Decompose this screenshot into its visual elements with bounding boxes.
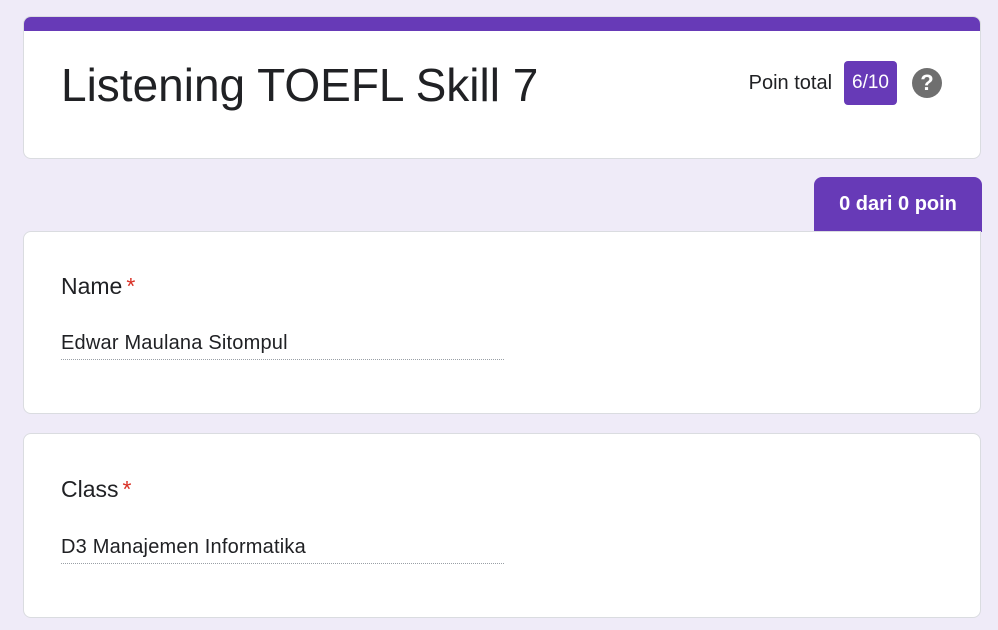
help-icon[interactable]: ? [912,68,942,98]
header-accent-stripe [24,17,980,31]
required-asterisk: * [126,273,136,299]
required-asterisk: * [122,476,132,502]
answer-field-class: D3 Manajemen Informatika [61,536,504,564]
total-score-label: Poin total [748,71,833,94]
question-card-class: Class * D3 Manajemen Informatika [23,433,981,618]
question-title-text: Class [61,476,119,502]
form-title: Listening TOEFL Skill 7 [61,59,539,111]
form-header-card: Listening TOEFL Skill 7 Poin total 6/10 … [23,16,981,159]
question-card-name: Name * Edwar Maulana Sitompul [23,231,981,414]
question-title: Class * [61,476,131,503]
answer-field-name: Edwar Maulana Sitompul [61,332,504,360]
total-score-area: Poin total 6/10 ? [749,61,942,105]
question-title-text: Name [61,273,123,299]
section-points-tab: 0 dari 0 poin [814,177,982,232]
total-score-badge: 6/10 [844,61,897,105]
question-title: Name * [61,273,135,300]
